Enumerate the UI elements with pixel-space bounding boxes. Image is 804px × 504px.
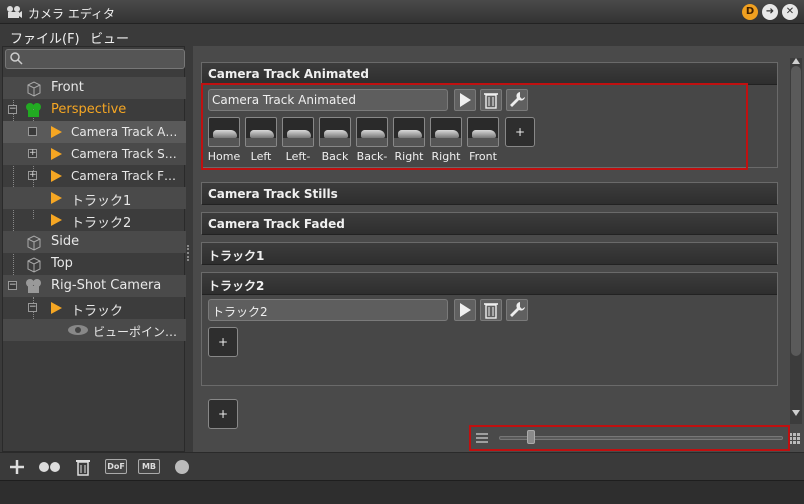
mb-icon[interactable]: MB bbox=[138, 459, 160, 474]
bottom-toolbar: DoF MB bbox=[0, 452, 804, 480]
track-triangle-icon bbox=[51, 192, 62, 204]
camera-pair-icon[interactable] bbox=[38, 457, 62, 477]
section-track2: トラック2 トラック2 + bbox=[201, 272, 778, 386]
status-bar bbox=[0, 480, 804, 504]
tree-item-track2[interactable]: トラック2 bbox=[3, 209, 186, 231]
add-shot-button[interactable]: + bbox=[208, 327, 238, 357]
tree-item-label: Camera Track F… bbox=[71, 169, 177, 183]
track-triangle-icon bbox=[51, 170, 62, 182]
camera-cube-icon bbox=[27, 257, 41, 273]
tree-item-side[interactable]: Side bbox=[3, 231, 186, 253]
tree-item-track1[interactable]: トラック1 bbox=[3, 187, 186, 209]
camera-cube-icon bbox=[27, 81, 41, 97]
collapse-toggle[interactable]: − bbox=[28, 303, 37, 312]
wrench-icon bbox=[510, 302, 525, 317]
section-header[interactable]: Camera Track Faded bbox=[202, 213, 777, 235]
tree-item-label: Rig-Shot Camera bbox=[51, 278, 162, 293]
dof-icon[interactable]: DoF bbox=[105, 459, 127, 474]
section-header[interactable]: トラック1 bbox=[202, 243, 777, 265]
track-triangle-icon bbox=[51, 302, 62, 314]
section-header[interactable]: Camera Track Stills bbox=[202, 183, 777, 205]
tree-item-camera-track-faded[interactable]: + Camera Track F… bbox=[3, 165, 186, 187]
delete-track-button[interactable] bbox=[480, 299, 502, 321]
add-icon[interactable] bbox=[7, 457, 27, 477]
title-bar: カメラ エディタ D ➜ ✕ bbox=[0, 0, 804, 24]
search-icon bbox=[10, 52, 23, 65]
search-input[interactable] bbox=[5, 49, 185, 69]
tree-item-front[interactable]: Front bbox=[3, 77, 186, 99]
section-header[interactable]: Camera Track Animated bbox=[202, 63, 777, 85]
tree-item-track[interactable]: − トラック bbox=[3, 297, 186, 319]
tree-item-camera-track-stills[interactable]: + Camera Track S… bbox=[3, 143, 186, 165]
scroll-down-icon[interactable] bbox=[792, 410, 800, 416]
tree-item-perspective[interactable]: − Perspective bbox=[3, 99, 186, 121]
highlight-box-animated bbox=[201, 83, 748, 170]
camera-group-icon bbox=[26, 279, 41, 293]
scroll-thumb[interactable] bbox=[791, 66, 801, 356]
collapse-toggle[interactable] bbox=[28, 127, 37, 136]
tree-item-label: Side bbox=[51, 234, 80, 249]
expand-toggle[interactable]: + bbox=[28, 149, 37, 158]
tree-item-label: トラック bbox=[71, 304, 124, 319]
vertical-scrollbar[interactable] bbox=[790, 58, 802, 424]
camera-group-icon bbox=[26, 103, 41, 117]
camera-tree-panel: Front − Perspective Camera Track A… + Ca… bbox=[2, 46, 186, 452]
collapse-toggle[interactable]: − bbox=[8, 105, 17, 114]
play-icon bbox=[460, 303, 471, 317]
section-header[interactable]: トラック2 bbox=[202, 273, 777, 295]
camera-cube-icon bbox=[27, 235, 41, 251]
tree-item-camera-track-animated[interactable]: Camera Track A… bbox=[3, 121, 186, 143]
trash-icon[interactable] bbox=[74, 457, 92, 477]
tree-item-label: Camera Track A… bbox=[71, 125, 178, 139]
tree-item-label: ビューポイン… bbox=[93, 325, 178, 339]
track-triangle-icon bbox=[51, 126, 62, 138]
splitter-grip-icon bbox=[187, 245, 189, 261]
section-track1[interactable]: トラック1 bbox=[201, 242, 778, 265]
tree-item-rig-shot-camera[interactable]: − Rig-Shot Camera bbox=[3, 275, 186, 297]
go-arrow-icon[interactable]: ➜ bbox=[762, 4, 778, 20]
grid-view-icon[interactable] bbox=[789, 433, 801, 445]
play-button[interactable] bbox=[454, 299, 476, 321]
eye-icon bbox=[68, 325, 88, 335]
circle-icon[interactable] bbox=[172, 457, 192, 477]
menu-bar: ファイル(F) ビュー bbox=[0, 24, 804, 47]
tree-item-label: Front bbox=[51, 80, 84, 95]
trash-icon bbox=[484, 303, 498, 319]
track-triangle-icon bbox=[51, 148, 62, 160]
collapse-toggle[interactable]: − bbox=[8, 281, 17, 290]
tree-item-viewpoint[interactable]: ビューポイン… bbox=[3, 319, 186, 341]
section-camera-track-faded[interactable]: Camera Track Faded bbox=[201, 212, 778, 235]
scroll-up-icon[interactable] bbox=[792, 58, 800, 64]
close-icon[interactable]: ✕ bbox=[782, 4, 798, 20]
expand-toggle[interactable]: + bbox=[28, 171, 37, 180]
d-badge-icon[interactable]: D bbox=[742, 4, 758, 20]
tree-item-label: トラック1 bbox=[71, 194, 132, 209]
track-settings-button[interactable] bbox=[506, 299, 528, 321]
window-title: カメラ エディタ bbox=[28, 7, 115, 21]
highlight-box-zoom bbox=[469, 425, 790, 451]
app-camera-icon bbox=[7, 6, 22, 18]
tree-item-label: Camera Track S… bbox=[71, 147, 177, 161]
tree-item-label: Top bbox=[51, 256, 73, 271]
tree-item-top[interactable]: Top bbox=[3, 253, 186, 275]
menu-file[interactable]: ファイル(F) bbox=[10, 28, 80, 47]
track-name-field[interactable]: トラック2 bbox=[208, 299, 448, 321]
menu-view[interactable]: ビュー bbox=[90, 28, 129, 47]
track-triangle-icon bbox=[51, 214, 62, 226]
tree-item-label: トラック2 bbox=[71, 216, 132, 231]
tree-item-label: Perspective bbox=[51, 102, 127, 117]
add-track-button[interactable]: + bbox=[208, 399, 238, 429]
section-camera-track-stills[interactable]: Camera Track Stills bbox=[201, 182, 778, 205]
